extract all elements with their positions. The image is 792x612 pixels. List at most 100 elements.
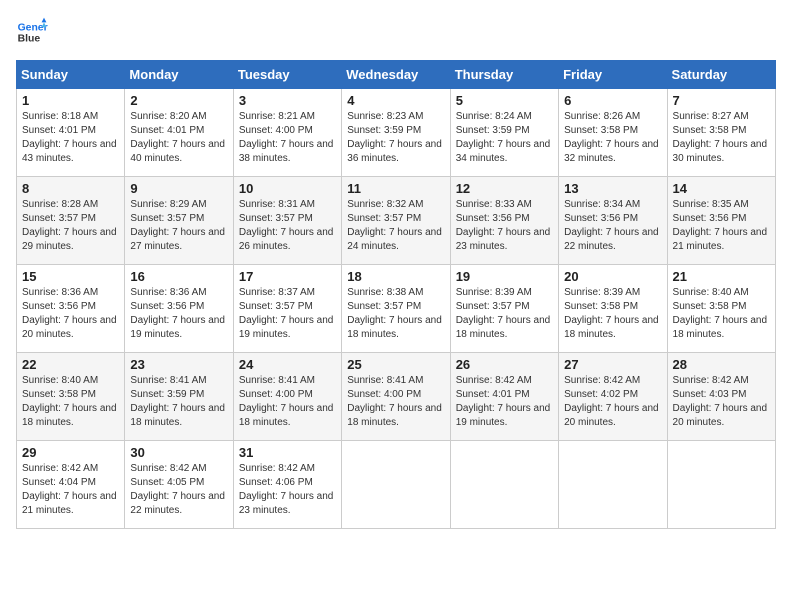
day-number: 7 — [673, 93, 770, 108]
day-info: Sunrise: 8:32 AMSunset: 3:57 PMDaylight:… — [347, 199, 442, 252]
calendar-cell: 14 Sunrise: 8:35 AMSunset: 3:56 PMDaylig… — [667, 177, 775, 265]
day-number: 2 — [130, 93, 227, 108]
day-number: 19 — [456, 269, 553, 284]
weekday-header-monday: Monday — [125, 61, 233, 89]
calendar-week-1: 1 Sunrise: 8:18 AMSunset: 4:01 PMDayligh… — [17, 89, 776, 177]
weekday-header-friday: Friday — [559, 61, 667, 89]
day-number: 30 — [130, 445, 227, 460]
day-info: Sunrise: 8:38 AMSunset: 3:57 PMDaylight:… — [347, 287, 442, 340]
day-info: Sunrise: 8:41 AMSunset: 3:59 PMDaylight:… — [130, 375, 225, 428]
day-info: Sunrise: 8:40 AMSunset: 3:58 PMDaylight:… — [22, 375, 117, 428]
day-info: Sunrise: 8:41 AMSunset: 4:00 PMDaylight:… — [239, 375, 334, 428]
calendar-cell: 25 Sunrise: 8:41 AMSunset: 4:00 PMDaylig… — [342, 353, 450, 441]
day-info: Sunrise: 8:34 AMSunset: 3:56 PMDaylight:… — [564, 199, 659, 252]
calendar-cell: 6 Sunrise: 8:26 AMSunset: 3:58 PMDayligh… — [559, 89, 667, 177]
day-number: 23 — [130, 357, 227, 372]
calendar-cell: 17 Sunrise: 8:37 AMSunset: 3:57 PMDaylig… — [233, 265, 341, 353]
day-number: 18 — [347, 269, 444, 284]
calendar-cell: 7 Sunrise: 8:27 AMSunset: 3:58 PMDayligh… — [667, 89, 775, 177]
calendar-cell: 22 Sunrise: 8:40 AMSunset: 3:58 PMDaylig… — [17, 353, 125, 441]
day-number: 11 — [347, 181, 444, 196]
day-info: Sunrise: 8:21 AMSunset: 4:00 PMDaylight:… — [239, 111, 334, 164]
calendar-cell: 12 Sunrise: 8:33 AMSunset: 3:56 PMDaylig… — [450, 177, 558, 265]
day-info: Sunrise: 8:24 AMSunset: 3:59 PMDaylight:… — [456, 111, 551, 164]
day-number: 12 — [456, 181, 553, 196]
day-number: 20 — [564, 269, 661, 284]
day-info: Sunrise: 8:18 AMSunset: 4:01 PMDaylight:… — [22, 111, 117, 164]
weekday-header-saturday: Saturday — [667, 61, 775, 89]
day-number: 16 — [130, 269, 227, 284]
calendar-cell: 19 Sunrise: 8:39 AMSunset: 3:57 PMDaylig… — [450, 265, 558, 353]
logo-icon: General Blue — [16, 16, 48, 48]
calendar-cell: 2 Sunrise: 8:20 AMSunset: 4:01 PMDayligh… — [125, 89, 233, 177]
day-info: Sunrise: 8:28 AMSunset: 3:57 PMDaylight:… — [22, 199, 117, 252]
day-number: 31 — [239, 445, 336, 460]
day-number: 4 — [347, 93, 444, 108]
calendar-cell: 5 Sunrise: 8:24 AMSunset: 3:59 PMDayligh… — [450, 89, 558, 177]
calendar-cell: 3 Sunrise: 8:21 AMSunset: 4:00 PMDayligh… — [233, 89, 341, 177]
calendar-cell: 21 Sunrise: 8:40 AMSunset: 3:58 PMDaylig… — [667, 265, 775, 353]
day-number: 24 — [239, 357, 336, 372]
calendar-cell: 20 Sunrise: 8:39 AMSunset: 3:58 PMDaylig… — [559, 265, 667, 353]
svg-text:Blue: Blue — [18, 34, 41, 45]
day-info: Sunrise: 8:33 AMSunset: 3:56 PMDaylight:… — [456, 199, 551, 252]
calendar-cell: 8 Sunrise: 8:28 AMSunset: 3:57 PMDayligh… — [17, 177, 125, 265]
day-info: Sunrise: 8:42 AMSunset: 4:03 PMDaylight:… — [673, 375, 768, 428]
day-info: Sunrise: 8:31 AMSunset: 3:57 PMDaylight:… — [239, 199, 334, 252]
day-number: 25 — [347, 357, 444, 372]
day-info: Sunrise: 8:39 AMSunset: 3:57 PMDaylight:… — [456, 287, 551, 340]
logo: General Blue — [16, 16, 48, 48]
day-info: Sunrise: 8:40 AMSunset: 3:58 PMDaylight:… — [673, 287, 768, 340]
weekday-header-thursday: Thursday — [450, 61, 558, 89]
day-number: 13 — [564, 181, 661, 196]
day-info: Sunrise: 8:42 AMSunset: 4:02 PMDaylight:… — [564, 375, 659, 428]
day-info: Sunrise: 8:27 AMSunset: 3:58 PMDaylight:… — [673, 111, 768, 164]
day-info: Sunrise: 8:42 AMSunset: 4:04 PMDaylight:… — [22, 463, 117, 516]
calendar-table: SundayMondayTuesdayWednesdayThursdayFrid… — [16, 60, 776, 529]
calendar-cell: 16 Sunrise: 8:36 AMSunset: 3:56 PMDaylig… — [125, 265, 233, 353]
day-info: Sunrise: 8:42 AMSunset: 4:05 PMDaylight:… — [130, 463, 225, 516]
day-number: 28 — [673, 357, 770, 372]
day-number: 26 — [456, 357, 553, 372]
day-number: 10 — [239, 181, 336, 196]
day-info: Sunrise: 8:42 AMSunset: 4:06 PMDaylight:… — [239, 463, 334, 516]
calendar-week-3: 15 Sunrise: 8:36 AMSunset: 3:56 PMDaylig… — [17, 265, 776, 353]
day-number: 8 — [22, 181, 119, 196]
day-info: Sunrise: 8:42 AMSunset: 4:01 PMDaylight:… — [456, 375, 551, 428]
day-info: Sunrise: 8:29 AMSunset: 3:57 PMDaylight:… — [130, 199, 225, 252]
calendar-week-2: 8 Sunrise: 8:28 AMSunset: 3:57 PMDayligh… — [17, 177, 776, 265]
weekday-header-sunday: Sunday — [17, 61, 125, 89]
calendar-cell: 29 Sunrise: 8:42 AMSunset: 4:04 PMDaylig… — [17, 441, 125, 529]
calendar-cell: 31 Sunrise: 8:42 AMSunset: 4:06 PMDaylig… — [233, 441, 341, 529]
calendar-cell — [342, 441, 450, 529]
day-number: 17 — [239, 269, 336, 284]
day-number: 6 — [564, 93, 661, 108]
calendar-cell: 24 Sunrise: 8:41 AMSunset: 4:00 PMDaylig… — [233, 353, 341, 441]
calendar-cell: 1 Sunrise: 8:18 AMSunset: 4:01 PMDayligh… — [17, 89, 125, 177]
calendar-cell — [450, 441, 558, 529]
day-info: Sunrise: 8:36 AMSunset: 3:56 PMDaylight:… — [22, 287, 117, 340]
calendar-cell: 27 Sunrise: 8:42 AMSunset: 4:02 PMDaylig… — [559, 353, 667, 441]
calendar-cell: 13 Sunrise: 8:34 AMSunset: 3:56 PMDaylig… — [559, 177, 667, 265]
calendar-cell: 18 Sunrise: 8:38 AMSunset: 3:57 PMDaylig… — [342, 265, 450, 353]
calendar-cell: 10 Sunrise: 8:31 AMSunset: 3:57 PMDaylig… — [233, 177, 341, 265]
calendar-week-4: 22 Sunrise: 8:40 AMSunset: 3:58 PMDaylig… — [17, 353, 776, 441]
day-info: Sunrise: 8:39 AMSunset: 3:58 PMDaylight:… — [564, 287, 659, 340]
day-number: 21 — [673, 269, 770, 284]
day-number: 14 — [673, 181, 770, 196]
page-header: General Blue — [16, 16, 776, 48]
day-number: 15 — [22, 269, 119, 284]
calendar-cell: 11 Sunrise: 8:32 AMSunset: 3:57 PMDaylig… — [342, 177, 450, 265]
day-number: 3 — [239, 93, 336, 108]
calendar-cell: 9 Sunrise: 8:29 AMSunset: 3:57 PMDayligh… — [125, 177, 233, 265]
calendar-cell — [667, 441, 775, 529]
day-info: Sunrise: 8:41 AMSunset: 4:00 PMDaylight:… — [347, 375, 442, 428]
calendar-cell — [559, 441, 667, 529]
day-info: Sunrise: 8:23 AMSunset: 3:59 PMDaylight:… — [347, 111, 442, 164]
day-info: Sunrise: 8:35 AMSunset: 3:56 PMDaylight:… — [673, 199, 768, 252]
calendar-cell: 28 Sunrise: 8:42 AMSunset: 4:03 PMDaylig… — [667, 353, 775, 441]
weekday-header-wednesday: Wednesday — [342, 61, 450, 89]
day-number: 22 — [22, 357, 119, 372]
day-number: 29 — [22, 445, 119, 460]
day-number: 1 — [22, 93, 119, 108]
